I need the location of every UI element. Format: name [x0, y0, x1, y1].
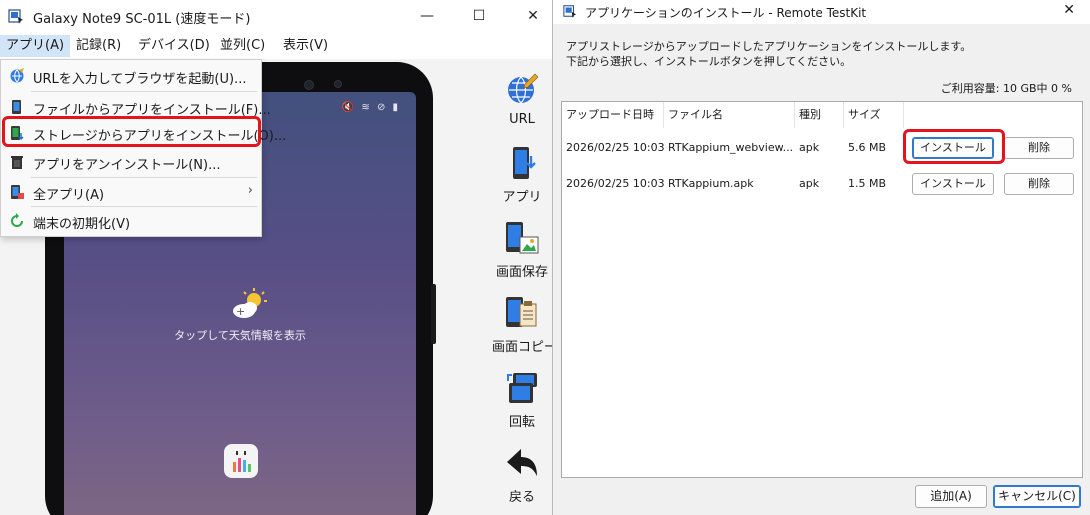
toolbar-save-screen[interactable]: 画面保存	[492, 221, 552, 280]
cell-size: 5.6 MB	[848, 141, 887, 154]
menu-item-factory-reset[interactable]: 端末の初期化(V)	[1, 208, 261, 234]
close-button[interactable]: ✕	[520, 5, 546, 27]
cell-type: apk	[799, 141, 820, 154]
install-button[interactable]: インストール	[912, 173, 994, 195]
menu-app[interactable]: アプリ(A)	[0, 35, 71, 57]
reset-icon	[11, 213, 23, 227]
menu-item-all-apps[interactable]: 全アプリ(A) ›	[1, 179, 261, 205]
phone-download-icon	[513, 147, 536, 179]
front-camera	[304, 80, 314, 90]
cell-file-name: RTKappium.apk	[668, 177, 754, 190]
add-button[interactable]: 追加(A)	[915, 485, 987, 508]
cell-upload-date: 2026/02/25 10:03	[566, 141, 665, 154]
submenu-arrow-icon: ›	[247, 183, 253, 198]
menu-view[interactable]: 表示(V)	[277, 35, 334, 57]
menu-separator	[31, 177, 257, 178]
menu-parallel[interactable]: 並列(C)	[214, 35, 271, 57]
column-header-actions	[904, 102, 1082, 128]
dialog-titlebar: アプリケーションのインストール - Remote TestKit ✕	[553, 0, 1090, 24]
app-menu-dropdown: URLを入力してブラウザを起動(U)... ファイルからアプリをインストール(F…	[0, 59, 286, 237]
cancel-button[interactable]: キャンセル(C)	[993, 485, 1081, 508]
toolbar-app[interactable]: アプリ	[492, 146, 552, 205]
status-bar-icons: 🔇 ≋ ⊘ ▮	[341, 102, 400, 113]
menu-item-uninstall[interactable]: アプリをアンインストール(N)...	[1, 149, 261, 175]
svg-text:+: +	[236, 305, 245, 318]
storage-capacity-text: ご利用容量: 10 GB中 0 %	[940, 82, 1072, 95]
column-header-type[interactable]: 種別	[795, 102, 844, 128]
toolbar-label: 戻る	[508, 490, 535, 505]
minimize-button[interactable]: —	[414, 5, 440, 27]
phone-file-icon	[12, 100, 21, 114]
dialog-close-button[interactable]: ✕	[1063, 2, 1075, 18]
weather-widget-text[interactable]: タップして天気情報を表示	[64, 327, 416, 343]
highlight-install-from-storage	[2, 116, 261, 147]
toolbar-label: 回転	[508, 415, 535, 430]
globe-pencil-icon	[508, 73, 539, 104]
menu-record[interactable]: 記録(R)	[70, 35, 127, 57]
delete-button[interactable]: 削除	[1004, 173, 1074, 195]
remote-testkit-app-icon	[563, 5, 577, 18]
column-header-size[interactable]: サイズ	[844, 102, 904, 128]
toolbar-rotate[interactable]: 回転	[492, 371, 552, 430]
music-app-icon[interactable]	[224, 444, 258, 478]
weather-icon[interactable]: +	[229, 287, 269, 321]
toolbar-label: 画面コピー	[492, 340, 552, 355]
delete-button[interactable]: 削除	[1004, 137, 1074, 159]
toolbar-back[interactable]: 戻る	[492, 446, 552, 505]
toolbar-label: URL	[509, 112, 535, 127]
cell-file-name: RTKappium_webview....	[668, 141, 793, 154]
toolbar-label: アプリ	[502, 190, 542, 205]
install-dialog: アプリケーションのインストール - Remote TestKit ✕ アプリスト…	[552, 0, 1090, 515]
dialog-description-line: 下記から選択し、インストールボタンを押してください。	[566, 55, 852, 68]
menu-item-label: アプリをアンインストール(N)...	[33, 158, 221, 173]
trash-icon	[11, 156, 23, 169]
menu-item-label: URLを入力してブラウザを起動(U)...	[33, 72, 247, 87]
dialog-title: アプリケーションのインストール - Remote TestKit	[585, 6, 867, 20]
device-side-button	[431, 284, 436, 344]
browser-icon	[10, 68, 24, 83]
save-screen-icon	[506, 222, 539, 254]
maximize-button[interactable]: ☐	[466, 5, 492, 27]
cell-size: 1.5 MB	[848, 177, 887, 190]
main-window-title: Galaxy Note9 SC-01L (速度モード)	[33, 12, 251, 27]
column-header-upload-date[interactable]: アップロード日時	[562, 102, 664, 128]
main-titlebar: Galaxy Note9 SC-01L (速度モード) — ☐ ✕	[0, 0, 552, 33]
menubar: アプリ(A) 記録(R) デバイス(D) 並列(C) 表示(V)	[0, 33, 552, 59]
toolbar-copy-screen[interactable]: 画面コピー	[492, 296, 552, 355]
toolbar-label: 画面保存	[495, 265, 548, 280]
cell-upload-date: 2026/02/25 10:03	[566, 177, 665, 190]
menu-device[interactable]: デバイス(D)	[132, 35, 216, 57]
highlight-install-button	[903, 129, 1005, 164]
menu-item-label: 全アプリ(A)	[33, 188, 105, 203]
menu-item-label: 端末の初期化(V)	[33, 217, 131, 232]
main-window: Galaxy Note9 SC-01L (速度モード) — ☐ ✕ アプリ(A)…	[0, 0, 552, 515]
copy-screen-icon	[506, 297, 537, 327]
back-arrow-icon	[507, 449, 537, 476]
column-header-file-name[interactable]: ファイル名	[664, 102, 795, 128]
rotate-icon	[507, 373, 537, 403]
menu-item-open-url[interactable]: URLを入力してブラウザを起動(U)...	[1, 63, 261, 89]
cell-type: apk	[799, 177, 820, 190]
toolbar-url[interactable]: URL	[492, 72, 552, 127]
proximity-sensor	[334, 80, 342, 88]
all-apps-icon	[11, 185, 24, 199]
menu-separator	[31, 206, 257, 207]
menu-separator	[31, 91, 257, 92]
dialog-description-line: アプリストレージからアップロードしたアプリケーションをインストールします。	[566, 40, 972, 53]
remote-testkit-app-icon	[8, 9, 23, 24]
